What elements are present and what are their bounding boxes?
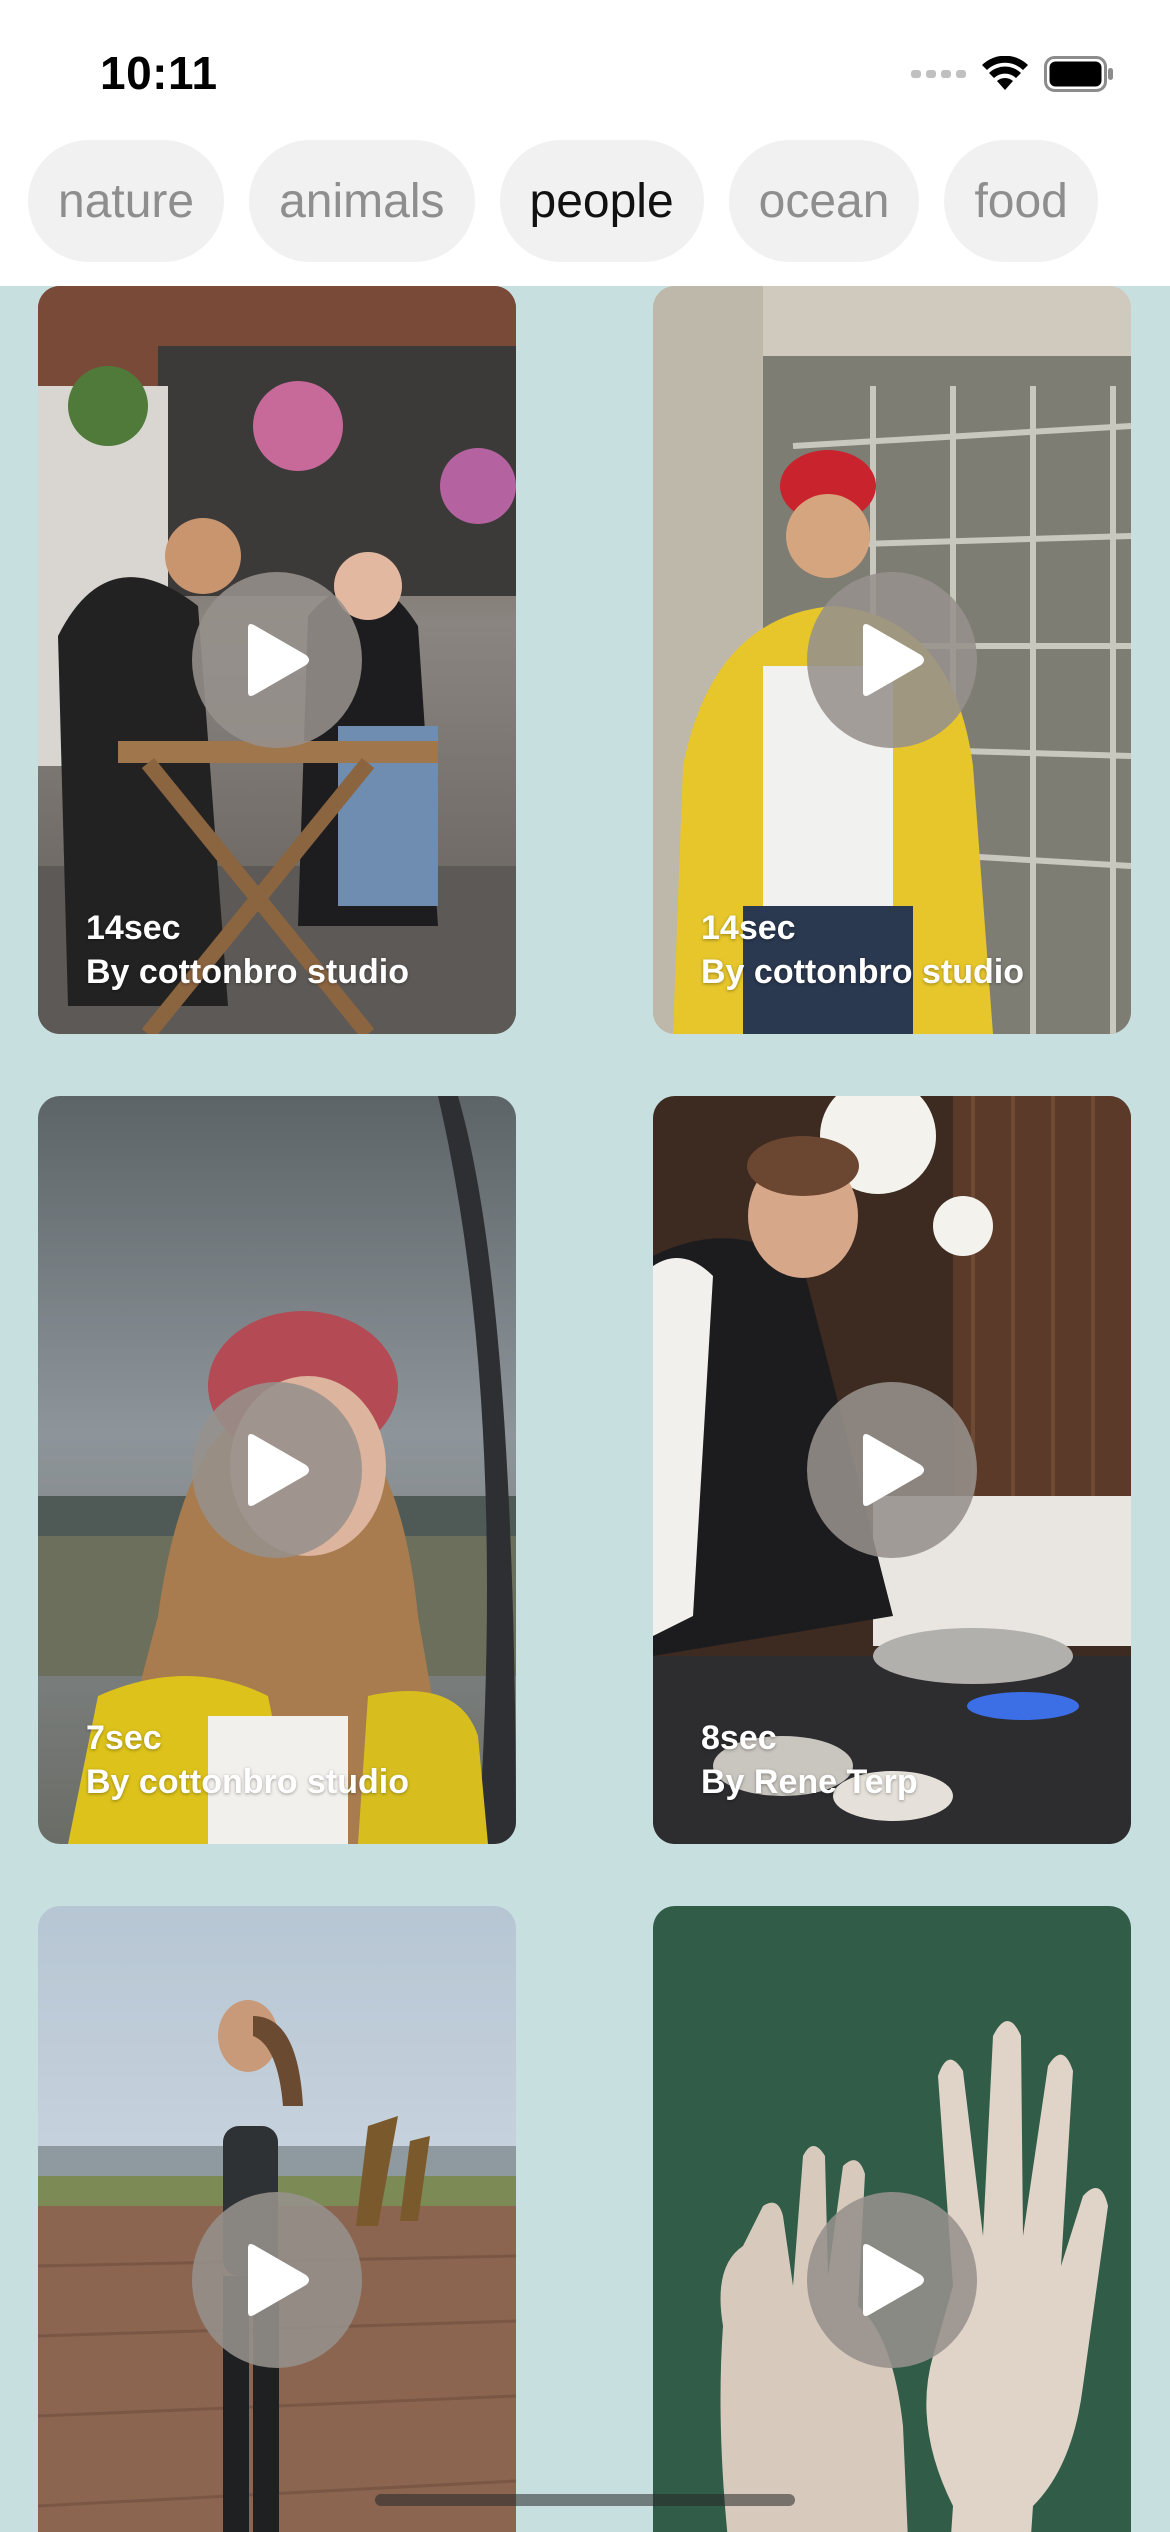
- video-author: By cottonbro studio: [86, 953, 409, 991]
- play-button[interactable]: [807, 1382, 977, 1558]
- play-icon: [863, 1434, 924, 1506]
- video-card[interactable]: 14sec By cottonbro studio: [38, 286, 516, 1034]
- play-icon: [863, 2244, 924, 2316]
- video-card[interactable]: 8sec By Rene Terp: [653, 1096, 1131, 1844]
- video-card[interactable]: 14sec By cottonbro studio: [653, 286, 1131, 1034]
- video-gallery-screen: 10:11 nature animals people ocean food 1…: [0, 0, 1170, 2532]
- play-icon: [248, 2244, 309, 2316]
- video-duration: 8sec: [701, 1719, 777, 1757]
- status-icons: [911, 50, 1114, 98]
- cellular-signal-icon: [911, 70, 966, 78]
- play-icon: [248, 1434, 309, 1506]
- play-button[interactable]: [192, 1382, 362, 1558]
- video-meta: 8sec By Rene Terp: [701, 1716, 918, 1804]
- battery-icon: [1044, 56, 1114, 92]
- header: 10:11 nature animals people ocean food: [0, 0, 1170, 286]
- video-duration: 14sec: [701, 909, 796, 947]
- video-meta: 14sec By cottonbro studio: [701, 906, 1024, 994]
- wifi-icon: [982, 56, 1028, 92]
- tab-people[interactable]: people: [499, 140, 704, 262]
- home-indicator[interactable]: [375, 2494, 795, 2506]
- video-author: By cottonbro studio: [86, 1763, 409, 1801]
- tab-ocean[interactable]: ocean: [728, 140, 920, 262]
- video-meta: 14sec By cottonbro studio: [86, 906, 409, 994]
- tab-nature[interactable]: nature: [28, 140, 225, 262]
- video-card[interactable]: 7sec By cottonbro studio: [38, 1096, 516, 1844]
- video-card[interactable]: [38, 1906, 516, 2532]
- video-duration: 14sec: [86, 909, 181, 947]
- category-tabs: nature animals people ocean food: [28, 140, 1098, 262]
- play-button[interactable]: [807, 572, 977, 748]
- play-button[interactable]: [192, 2192, 362, 2368]
- video-meta: 7sec By cottonbro studio: [86, 1716, 409, 1804]
- tab-food[interactable]: food: [944, 140, 1098, 262]
- video-duration: 7sec: [86, 1719, 162, 1757]
- tab-animals[interactable]: animals: [249, 140, 475, 262]
- play-icon: [248, 624, 309, 696]
- play-button[interactable]: [807, 2192, 977, 2368]
- play-icon: [863, 624, 924, 696]
- status-time: 10:11: [100, 47, 218, 99]
- video-author: By cottonbro studio: [701, 953, 1024, 991]
- play-button[interactable]: [192, 572, 362, 748]
- video-card[interactable]: [653, 1906, 1131, 2532]
- video-author: By Rene Terp: [701, 1763, 918, 1801]
